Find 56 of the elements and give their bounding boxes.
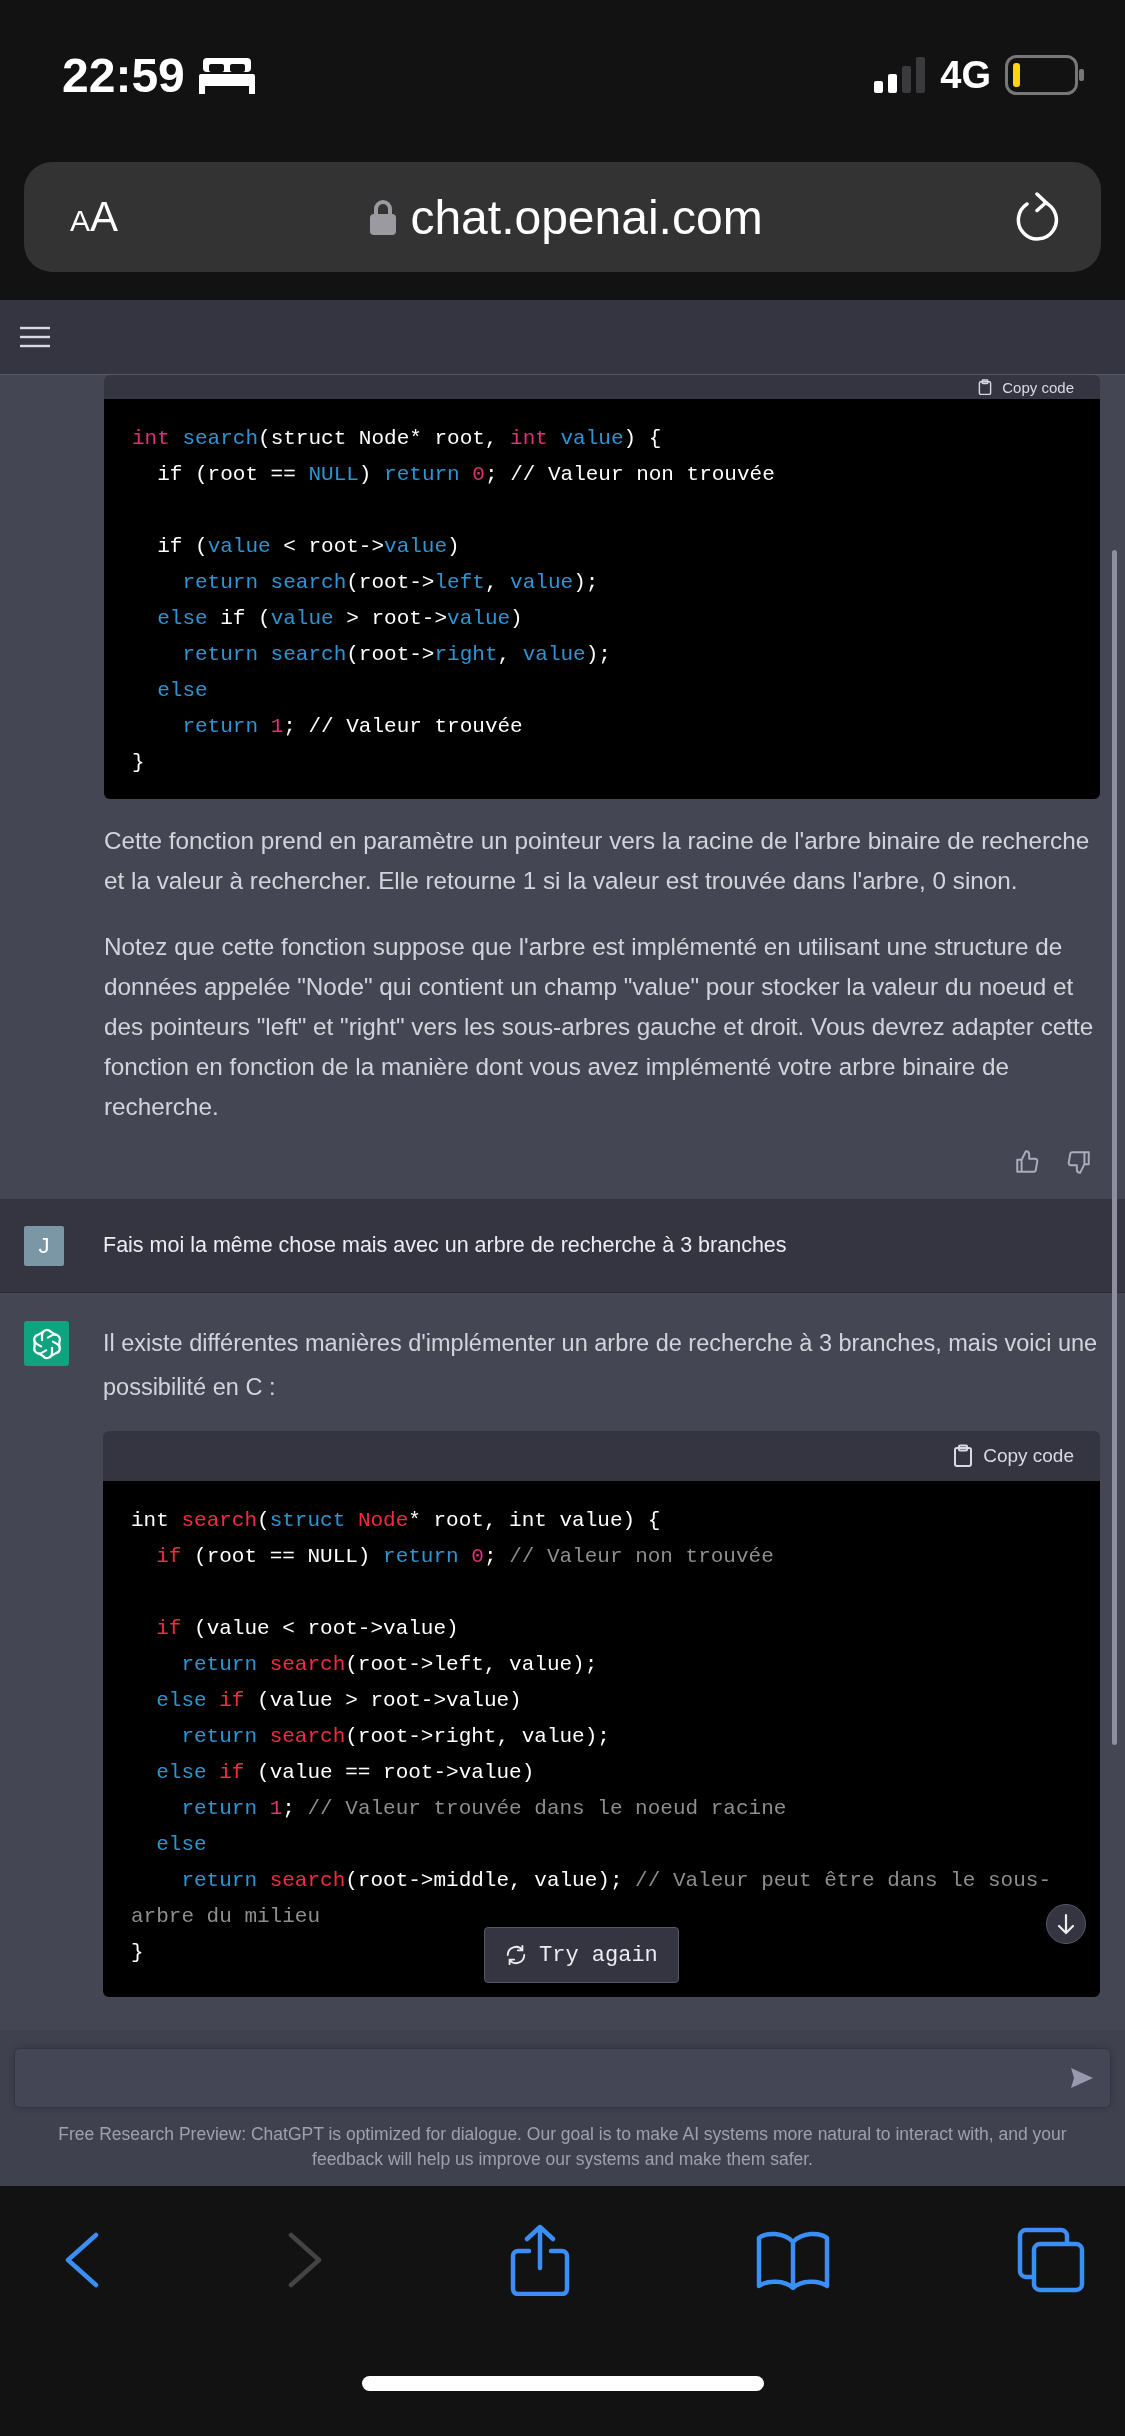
try-again-button[interactable]: Try again — [484, 1927, 679, 1983]
scrollbar[interactable] — [1112, 550, 1117, 1745]
address-bar[interactable]: AA chat.openai.com — [24, 162, 1101, 272]
answer-paragraph: Notez que cette fonction suppose que l'arbre est implémenté en utilisant une structure de données appelée "Node" qui contient un champ "value" pour stocker la valeur du noeud et des pointeurs "left" et "right" vers les sous-arbres gauche et droit. Vous devrez adapter cette fonction en fonction de la manière dont vous avez implémenté votre arbre binaire de recherche. — [104, 932, 1095, 1122]
battery-icon — [1005, 55, 1085, 95]
back-button[interactable] — [64, 2232, 100, 2288]
code-line: else if (value > root->value) — [155, 1688, 522, 1714]
code-line: if (value < root->value) — [155, 1616, 459, 1642]
scroll-down-button[interactable] — [1046, 1904, 1086, 1944]
code-line: return search(root->right, value); — [181, 642, 611, 668]
refresh-icon — [505, 1944, 527, 1966]
clipboard-icon — [978, 378, 993, 396]
code-line: else if (value == root->value) — [155, 1760, 535, 1786]
code-line: else — [156, 678, 208, 704]
menu-button[interactable] — [20, 326, 50, 348]
code-line: if (value < root->value) — [156, 534, 460, 560]
send-button[interactable] — [1070, 2067, 1094, 2089]
code-line: } — [132, 750, 145, 776]
disclaimer-text: Free Research Preview: ChatGPT is optimized for dialogue. Our goal is to make AI systems more natural to interact with, and your feedback will help us improve our systems and make them safer. — [57, 2123, 1068, 2171]
code-line: return 1; // Valeur trouvée dans le noeud racine — [180, 1796, 787, 1822]
text-size-button[interactable]: AA — [70, 193, 119, 241]
clipboard-icon — [953, 1444, 974, 1468]
url-text: chat.openai.com — [410, 189, 763, 245]
message-input-field[interactable] — [14, 2048, 1111, 2108]
code-line: else if (value > root->value) — [156, 606, 523, 632]
tabs-button[interactable] — [1017, 2227, 1085, 2293]
network-type: 4G — [940, 53, 991, 97]
thumbs-down-button[interactable] — [1066, 1149, 1092, 1175]
answer-paragraph: Cette fonction prend en paramètre un pointeur vers la racine de l'arbre binaire de recherche et la valeur à rechercher. Elle retourne 1 si la valeur est trouvée dans l'arbre, 0 sinon. — [104, 826, 1091, 896]
assistant-logo-icon — [24, 1321, 69, 1366]
status-time: 22:59 — [62, 47, 185, 103]
share-button[interactable] — [509, 2224, 570, 2296]
copy-code-button[interactable]: Copy code — [978, 378, 1074, 396]
code-line: } — [131, 1940, 144, 1966]
code-line: else — [155, 1832, 207, 1858]
thumbs-up-button[interactable] — [1014, 1149, 1040, 1175]
lock-icon — [370, 199, 397, 235]
code-line: return search(root->right, value); — [180, 1724, 610, 1750]
code-line: return 1; // Valeur trouvée — [181, 714, 523, 740]
signal-icon — [874, 57, 927, 93]
code-line: int search(struct Node* root, int value) { — [132, 426, 662, 452]
user-message: Fais moi la même chose mais avec un arbre de recherche à 3 branches — [103, 1233, 787, 1258]
code-line: arbre du milieu — [131, 1904, 321, 1930]
reload-button[interactable] — [1015, 192, 1061, 242]
bookmarks-button[interactable] — [756, 2230, 831, 2290]
code-line: if (root == NULL) return 0; // Valeur non trouvée — [156, 462, 775, 488]
code-line: return search(root->left, value); — [181, 570, 599, 596]
code-line: int search(struct Node* root, int value) { — [131, 1508, 661, 1534]
code-line: if (root == NULL) return 0; // Valeur non trouvée — [155, 1544, 774, 1570]
copy-code-button[interactable]: Copy code — [953, 1444, 1074, 1468]
code-line: return search(root->left, value); — [180, 1652, 598, 1678]
code-line: return search(root->middle, value); // Valeur peut être dans le sous- — [180, 1868, 1051, 1894]
arrow-down-icon — [1056, 1913, 1076, 1935]
answer-paragraph: Il existe différentes manières d'implémenter un arbre de recherche à 3 branches, mais voici une possibilité en C : — [103, 1329, 1099, 1402]
user-avatar: J — [24, 1225, 64, 1266]
bed-icon — [198, 56, 255, 94]
